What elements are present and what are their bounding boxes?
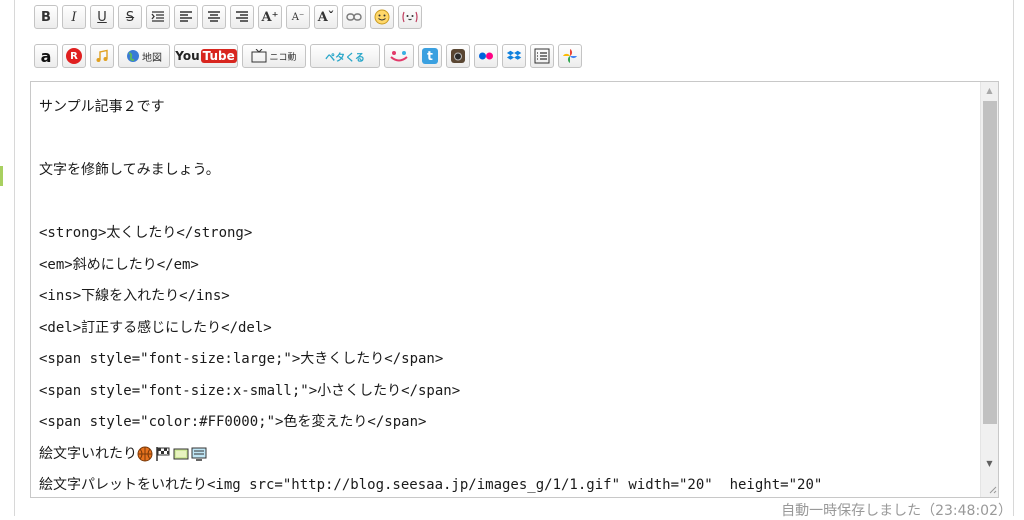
pinwheel-icon [563, 49, 577, 63]
flag-icon [156, 446, 170, 461]
flickr-icon [479, 52, 493, 60]
basketball-icon [137, 446, 153, 461]
scrollbar-thumb[interactable] [983, 101, 997, 424]
niconico-button[interactable]: ニコ動 [242, 44, 306, 68]
smile-stamp-icon [390, 51, 408, 62]
font-color-button[interactable]: Aˇ [314, 5, 338, 29]
pinwheel-button[interactable] [558, 44, 582, 68]
monitor-icon [191, 447, 207, 461]
strikethrough-button[interactable]: S [118, 5, 142, 29]
align-left-icon [180, 11, 192, 22]
editor-line: 文字を修飾してみましょう。 [39, 162, 220, 178]
list-icon [534, 48, 550, 64]
smiley-icon [374, 9, 390, 25]
twitter-icon: t [422, 48, 438, 64]
format-toolbar: B I U S A⁺ A⁻ Aˇ [34, 5, 426, 29]
side-marker [0, 166, 3, 186]
petakuru-icon: ペタくる [325, 52, 365, 64]
page-frame-right [1013, 0, 1014, 516]
rakuten-button[interactable]: R [62, 44, 86, 68]
align-left-button[interactable] [174, 5, 198, 29]
editor-scrollbar[interactable]: ▲ ▼ [980, 82, 998, 497]
editor-line: <span style="font-size:x-small;">小さくしたり<… [39, 382, 461, 399]
indent-button[interactable] [146, 5, 170, 29]
underline-button[interactable]: U [90, 5, 114, 29]
resize-handle-icon[interactable] [981, 477, 998, 497]
italic-button[interactable]: I [62, 5, 86, 29]
amazon-button[interactable]: a [34, 44, 58, 68]
tv-icon [251, 49, 267, 63]
editor-line: <span style="font-size:large;">大きくしたり</s… [39, 351, 444, 367]
smile-stamp-button[interactable] [384, 44, 414, 68]
rakuten-icon: R [66, 48, 82, 64]
editor-line: 絵文字パレットをいれたり<img src="http://blog.seesaa… [39, 477, 823, 493]
kaomoji-icon [402, 11, 418, 23]
instagram-button[interactable] [446, 44, 470, 68]
align-right-button[interactable] [230, 5, 254, 29]
music-button[interactable] [90, 44, 114, 68]
map-button[interactable]: 地図 [118, 44, 170, 68]
music-note-icon [96, 49, 108, 62]
amazon-icon: a [40, 46, 52, 66]
indent-icon [151, 11, 164, 22]
petakuru-button[interactable]: ペタくる [310, 44, 380, 68]
insert-toolbar: a R 地図 You Tube ニコ動 ペタくる t [34, 44, 586, 68]
youtube-icon: You Tube [175, 49, 237, 63]
font-size-down-button[interactable]: A⁻ [286, 5, 310, 29]
editor-line: <del>訂正する感じにしたり</del> [39, 319, 272, 336]
align-right-icon [236, 11, 248, 22]
kaomoji-button[interactable] [398, 5, 422, 29]
article-body-textarea[interactable]: サンプル記事２です 文字を修飾してみましょう。 <strong>太くしたり</s… [30, 81, 999, 498]
tv-icon [173, 448, 189, 459]
instagram-icon [451, 49, 465, 63]
link-button[interactable] [342, 5, 366, 29]
emoji-button[interactable] [370, 5, 394, 29]
editor-content: サンプル記事２です 文字を修飾してみましょう。 <strong>太くしたり</s… [39, 92, 979, 497]
flickr-button[interactable] [474, 44, 498, 68]
align-center-icon [208, 11, 220, 22]
scroll-down-arrow-icon[interactable]: ▼ [981, 455, 998, 472]
page-frame-left [14, 0, 15, 516]
globe-icon [127, 50, 139, 62]
font-size-up-button[interactable]: A⁺ [258, 5, 282, 29]
align-center-button[interactable] [202, 5, 226, 29]
editor-line: サンプル記事２です [39, 99, 165, 115]
editor-line: <span style="color:#FF0000;">色を変えたり</spa… [39, 414, 427, 430]
editor-line: <em>斜めにしたり</em> [39, 256, 199, 273]
autosave-status: 自動一時保存しました（23:48:02） [781, 503, 1012, 519]
editor-line-emoji: 絵文字いれたり [39, 439, 979, 471]
dropbox-button[interactable] [502, 44, 526, 68]
scroll-up-arrow-icon[interactable]: ▲ [981, 82, 998, 99]
editor-line: <ins>下線を入れたり</ins> [39, 288, 230, 304]
dropbox-icon [506, 50, 522, 60]
editor-line: <strong>太くしたり</strong> [39, 225, 253, 241]
bold-button[interactable]: B [34, 5, 58, 29]
youtube-button[interactable]: You Tube [174, 44, 238, 68]
twitter-button[interactable]: t [418, 44, 442, 68]
link-icon [346, 13, 362, 21]
list-button[interactable] [530, 44, 554, 68]
